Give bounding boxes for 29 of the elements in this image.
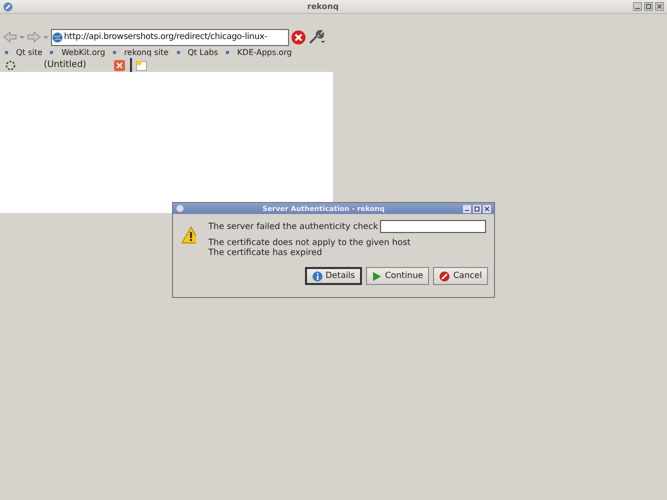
detail-text: The certificate has expired xyxy=(208,248,323,258)
play-icon xyxy=(372,270,382,282)
wrench-icon[interactable] xyxy=(308,29,326,45)
cancel-icon xyxy=(439,270,450,282)
globe-icon xyxy=(52,32,63,42)
bookmark-link[interactable]: WebKit.org xyxy=(50,48,106,58)
minimize-icon[interactable] xyxy=(633,2,642,11)
stop-icon[interactable] xyxy=(291,30,306,44)
minimize-icon[interactable] xyxy=(463,204,471,212)
window-title: rekonq xyxy=(306,2,340,11)
close-icon[interactable] xyxy=(114,60,125,70)
bookmark-link[interactable]: KDE-Apps.org xyxy=(226,48,292,58)
warning-icon xyxy=(181,226,196,244)
message-text: The server failed the authenticity check xyxy=(208,222,378,232)
input-field[interactable] xyxy=(380,220,486,233)
close-icon[interactable] xyxy=(655,2,664,11)
url-field[interactable]: http://api.browsershots.org/redirect/chicago-linux- xyxy=(51,28,289,46)
bookmark-link[interactable]: rekonq site xyxy=(113,48,169,58)
loading-icon xyxy=(5,60,16,70)
dialog-button[interactable]: Continue xyxy=(366,267,430,285)
info-icon xyxy=(312,270,322,282)
close-icon[interactable] xyxy=(483,204,491,212)
maximize-icon[interactable] xyxy=(644,2,653,11)
dialog-button[interactable]: Details xyxy=(304,267,362,285)
bookmark-link[interactable]: Qt site xyxy=(5,48,42,58)
dialog-button[interactable]: Cancel xyxy=(433,267,488,285)
bookmark-link[interactable]: Qt Labs xyxy=(176,48,218,58)
detail-text: The certificate does not apply to the given host xyxy=(208,238,412,248)
maximize-icon[interactable] xyxy=(473,204,481,212)
